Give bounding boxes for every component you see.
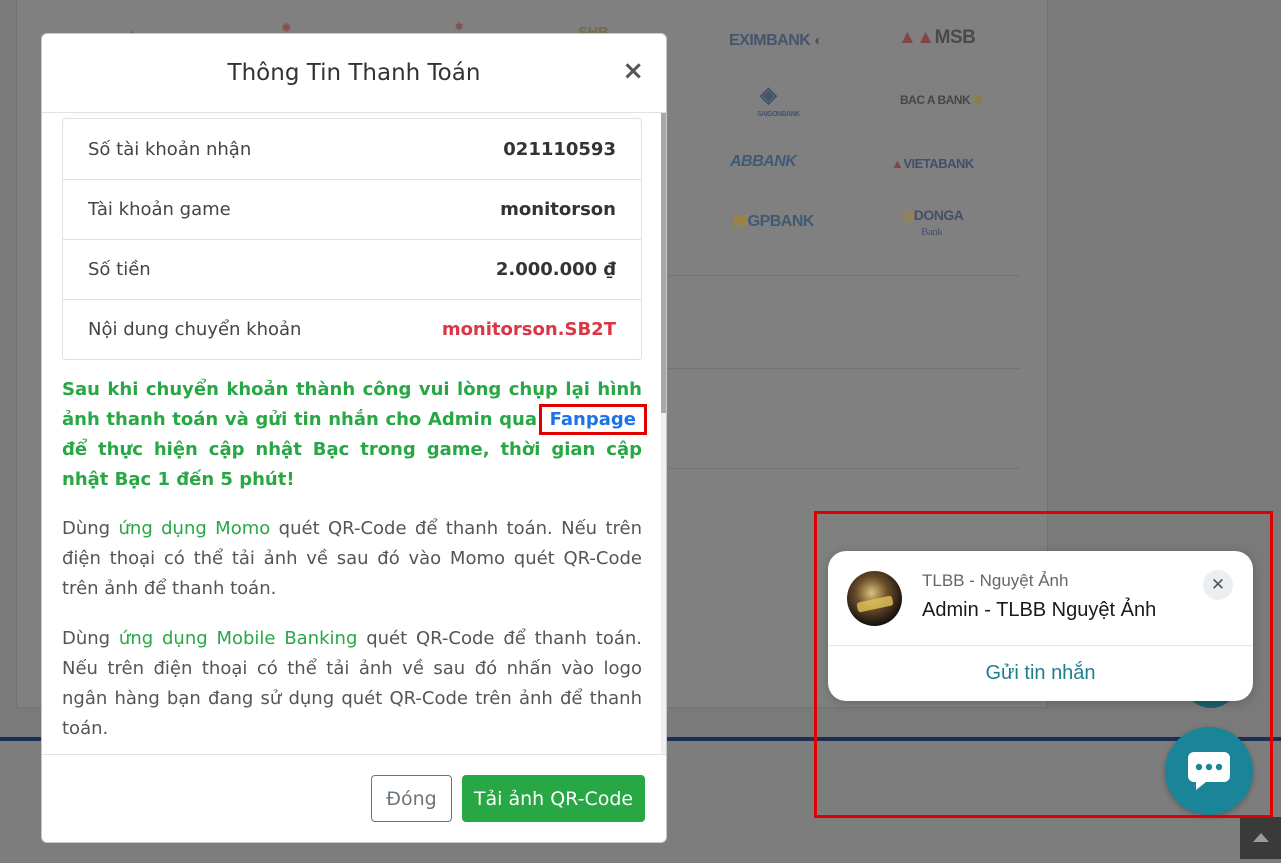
highlight-annotation	[814, 511, 1273, 818]
transfer-content-value: monitorson.SB2T	[441, 319, 616, 340]
divider	[640, 275, 1020, 276]
bank-logo-gpbank: ▤GPBANK	[733, 213, 814, 230]
bank-logo-eximbank: EXIMBANK ◐	[729, 32, 823, 49]
table-row: Tài khoản game monitorson	[63, 179, 641, 239]
close-button[interactable]: Đóng	[371, 775, 452, 822]
row-label: Số tài khoản nhận	[88, 138, 252, 160]
game-account-value: monitorson	[500, 199, 616, 220]
download-qr-button[interactable]: Tải ảnh QR-Code	[462, 775, 645, 822]
close-icon[interactable]: ×	[622, 58, 644, 84]
banking-instruction: Dùng ứng dụng Mobile Banking quét QR-Cod…	[62, 628, 642, 739]
amount-value: 2.000.000 ₫	[495, 259, 616, 280]
payment-info-modal: Thông Tin Thanh Toán × Số tài khoản nhận…	[41, 33, 667, 843]
fanpage-link[interactable]: Fanpage	[538, 404, 648, 435]
row-label: Nội dung chuyển khoản	[88, 319, 302, 340]
table-row: Nội dung chuyển khoản monitorson.SB2T	[63, 299, 641, 359]
row-label: Tài khoản game	[88, 199, 231, 220]
table-row: Số tiền 2.000.000 ₫	[63, 239, 641, 299]
momo-app-text: ứng dụng Momo	[118, 518, 271, 539]
divider	[640, 468, 1020, 469]
payment-info-table: Số tài khoản nhận 021110593 Tài khoản ga…	[62, 118, 642, 360]
bank-logo: ◉	[282, 22, 291, 33]
modal-body: Số tài khoản nhận 021110593 Tài khoản ga…	[42, 113, 666, 754]
table-row: Số tài khoản nhận 021110593	[63, 119, 641, 179]
bank-logo-saigonbank: SAIGONBANK	[757, 111, 800, 118]
account-number-value: 021110593	[503, 138, 616, 160]
bank-logo-bacabank: BAC A BANK ✱	[900, 93, 983, 107]
modal-footer: Đóng Tải ảnh QR-Code	[42, 754, 666, 842]
bank-logo: ✱	[455, 22, 463, 33]
bank-logo-donga-sub: Bank	[921, 226, 943, 238]
divider	[640, 368, 1020, 369]
scroll-to-top-button[interactable]	[1240, 817, 1281, 859]
modal-header: Thông Tin Thanh Toán ×	[42, 34, 666, 113]
modal-scrollbar[interactable]	[661, 113, 666, 754]
bank-logo-msb: ▲▲MSB	[898, 27, 976, 48]
saigonbank-emblem-icon: ◈	[760, 82, 777, 107]
bank-logo-abbank: ABBANK	[730, 153, 797, 170]
bank-logo-vietabank: ▲VIETABANK	[891, 156, 974, 171]
scrollbar-thumb[interactable]	[661, 113, 666, 413]
payment-notice: Sau khi chuyển khoản thành công vui lòng…	[62, 379, 648, 490]
bank-logo-donga: ◎DONGA	[902, 207, 964, 223]
modal-title: Thông Tin Thanh Toán	[227, 60, 481, 86]
momo-instruction: Dùng ứng dụng Momo quét QR-Code để thanh…	[62, 518, 643, 599]
banking-app-text: ứng dụng Mobile Banking	[118, 628, 358, 649]
row-label: Số tiền	[88, 259, 151, 280]
